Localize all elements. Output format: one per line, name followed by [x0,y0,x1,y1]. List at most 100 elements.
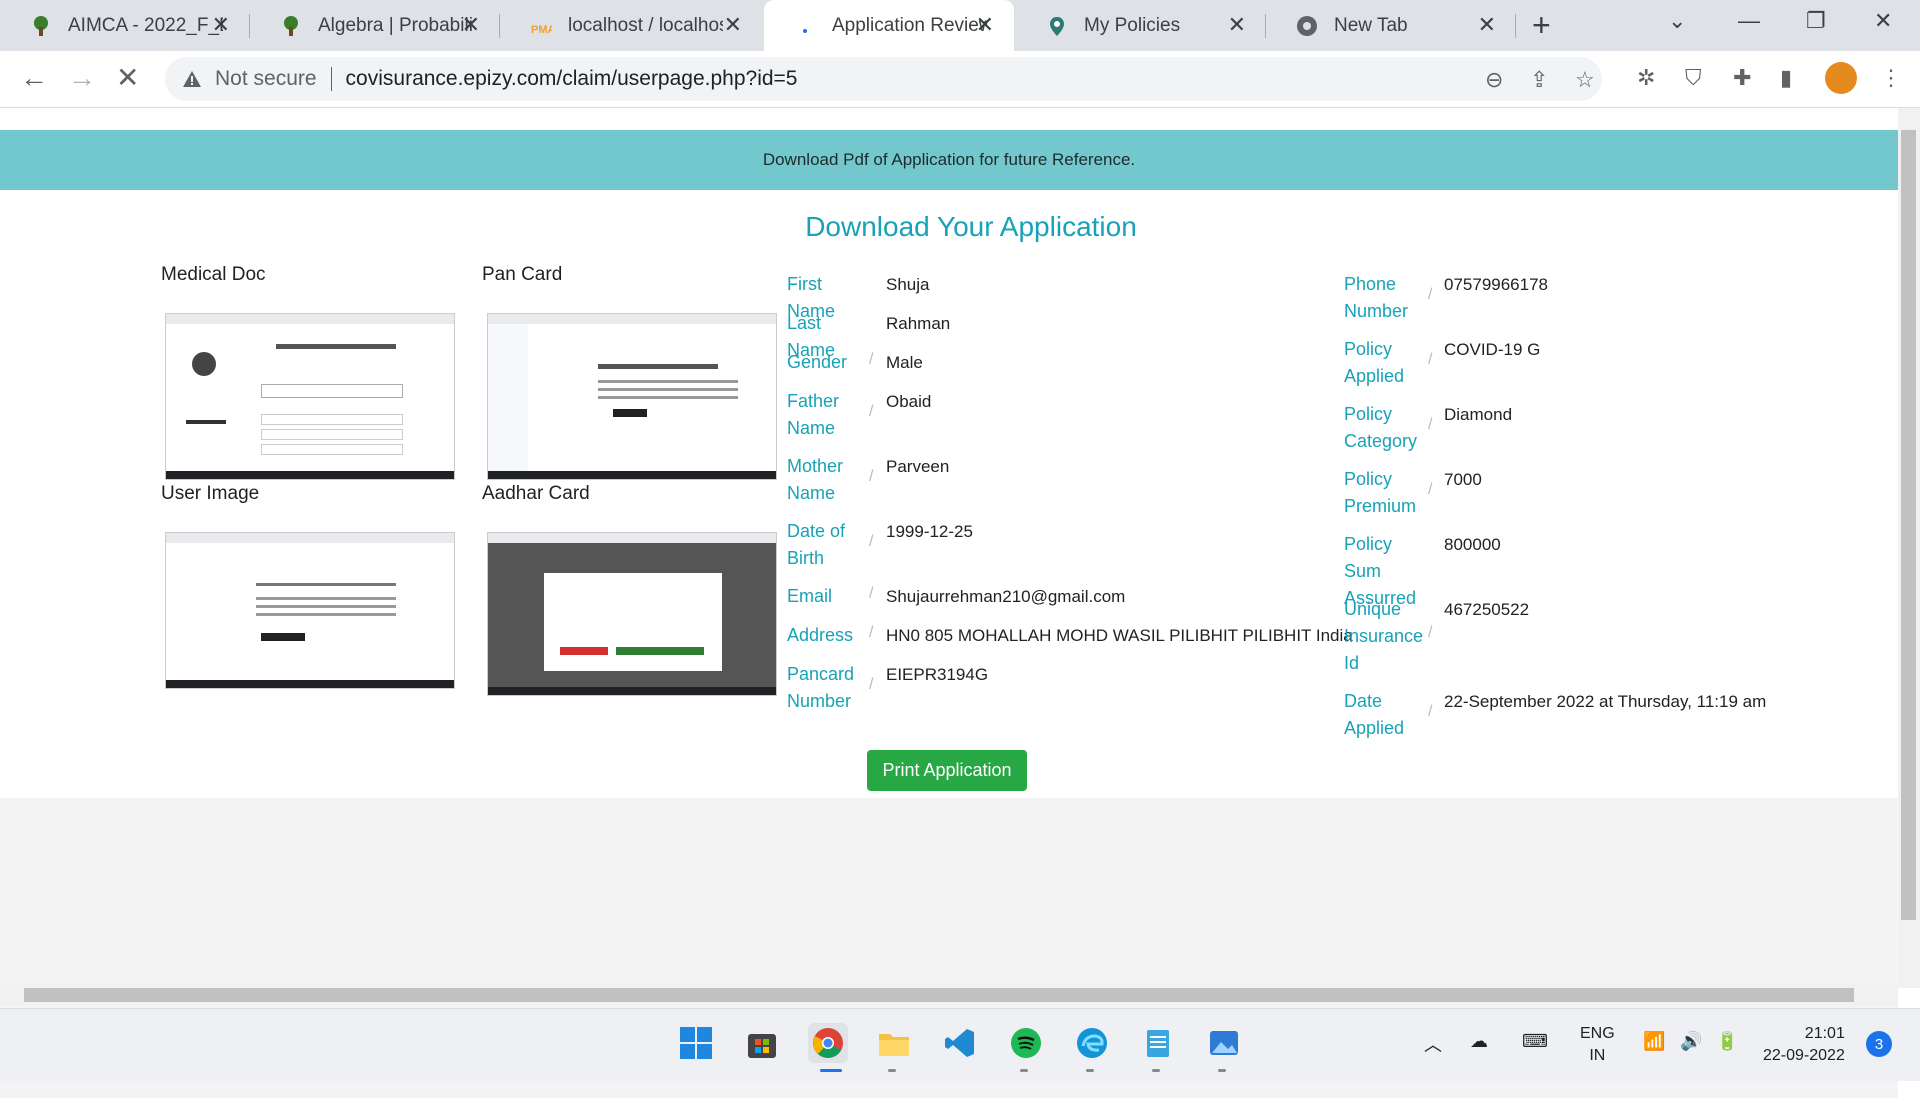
shield-extension-icon[interactable]: ⛉ [1685,66,1702,90]
tab-title: AIMCA - 2022_F_Ba [68,14,223,36]
separator-slash: / [1428,416,1433,433]
horizontal-scrollbar[interactable] [0,984,1898,1006]
back-icon[interactable]: ← [20,63,48,93]
notepad-icon[interactable] [1138,1023,1178,1063]
profile-avatar[interactable] [1825,62,1857,94]
field-label: Date of Birth [787,521,846,568]
close-icon[interactable]: ✕ [724,14,742,36]
close-icon[interactable]: ✕ [462,14,480,36]
spotify-icon[interactable] [1006,1023,1046,1063]
zoom-icon[interactable]: ⊖ [1485,69,1503,91]
field-value: Rahman [886,314,951,333]
chevron-up-icon[interactable]: ︿ [1424,1031,1442,1057]
bug-extension-icon[interactable]: ✲ [1637,66,1655,90]
wifi-icon[interactable]: 📶 [1643,1031,1665,1052]
language-indicator[interactable]: ENG IN [1580,1023,1615,1067]
field-value: Male [886,353,923,372]
windows-start-icon[interactable] [676,1023,716,1063]
vertical-scrollbar[interactable] [1898,108,1920,988]
svg-text:PMA: PMA [531,24,552,36]
field-value: 07579966178 [1444,275,1549,294]
edge-icon[interactable] [1072,1023,1112,1063]
document-label: Medical Doc [161,264,266,285]
chevron-down-icon[interactable]: ⌄ [1668,8,1686,34]
field-label: Date Applied [1344,691,1405,738]
browser-tab[interactable]: Algebra | Probabilit ✕ [250,0,500,51]
chrome-icon[interactable] [808,1023,848,1063]
document-label: Pan Card [482,264,563,285]
aadhar-card-image[interactable] [487,532,777,696]
separator-slash: / [869,676,874,693]
bookmark-star-icon[interactable]: ☆ [1575,69,1595,91]
volume-icon[interactable]: 🔊 [1680,1031,1702,1052]
user-image[interactable] [165,532,455,689]
separator-slash: / [1428,351,1433,368]
browser-tab[interactable]: PMA localhost / localhos ✕ [500,0,762,51]
field-value: Parveen [886,457,950,476]
field-value: Diamond [1444,405,1513,424]
close-icon[interactable]: ✕ [212,14,230,36]
location-pin-icon [1046,15,1068,37]
field-value: 1999-12-25 [886,522,973,541]
browser-tab[interactable]: My Policies ✕ [1016,0,1266,51]
field-label: Unique Insurance Id [1344,599,1424,673]
page-content: Download Pdf of Application for future R… [0,108,1898,1098]
restore-icon[interactable]: ❐ [1806,8,1826,34]
new-tab-button[interactable]: + [1532,8,1551,42]
field-value: 22-September 2022 at Thursday, 11:19 am [1444,692,1767,711]
security-label[interactable]: Not secure [215,67,317,91]
stop-loading-icon[interactable]: ✕ [116,63,139,93]
battery-icon[interactable]: 🔋 [1716,1031,1738,1052]
tab-title: Application Review [832,14,987,36]
minimize-icon[interactable]: — [1738,8,1760,34]
close-icon[interactable]: ✕ [1478,14,1496,36]
side-panel-icon[interactable]: ▮ [1780,66,1792,90]
separator-slash: / [1428,286,1433,303]
browser-tab[interactable]: AIMCA - 2022_F_Ba ✕ [0,0,250,51]
close-icon[interactable]: ✕ [1228,14,1246,36]
print-application-button[interactable]: Print Application [867,750,1027,791]
field-label: Address [787,625,854,645]
windows-taskbar: ︿ ☁ ⌨ ENG IN 📶 🔊 🔋 21:01 22-09-2022 [0,1008,1920,1081]
separator-slash: / [1428,703,1433,720]
microsoft-store-icon[interactable] [742,1023,782,1063]
chrome-icon [1296,15,1318,37]
field-label: Father Name [787,391,840,438]
address-bar[interactable]: Not secure covisurance.epizy.com/claim/u… [165,57,1602,101]
pan-card-image[interactable] [487,313,777,480]
document-label: Aadhar Card [482,483,590,504]
browser-tab-active[interactable]: Application Review ✕ [764,0,1014,51]
keyboard-icon[interactable]: ⌨ [1522,1031,1548,1052]
system-clock[interactable]: 21:01 22-09-2022 [1763,1023,1845,1067]
field-label: Mother Name [787,456,844,503]
page-title: Download Your Application [805,211,1137,242]
field-label: Phone Number [1344,274,1409,321]
more-menu-icon[interactable]: ⋮ [1880,66,1902,90]
phpmyadmin-icon: PMA [530,15,552,37]
share-icon[interactable]: ⇪ [1530,69,1548,91]
notification-badge[interactable]: 3 [1866,1031,1892,1057]
vscode-icon[interactable] [940,1023,980,1063]
field-label: Pancard Number [787,664,855,711]
field-value: 800000 [1444,535,1501,554]
separator-slash: / [1428,481,1433,498]
photos-icon[interactable] [1204,1023,1244,1063]
separator-slash: / [869,403,874,420]
medical-doc-image[interactable] [165,313,455,480]
forward-icon[interactable]: → [68,63,96,93]
window-close-icon[interactable]: ✕ [1874,8,1892,34]
field-value: Shuja [886,275,930,294]
file-explorer-icon[interactable] [874,1023,914,1063]
field-value: COVID-19 G [1444,340,1541,359]
close-icon[interactable]: ✕ [976,14,994,36]
browser-tab[interactable]: New Tab ✕ [1266,0,1516,51]
url-text[interactable]: covisurance.epizy.com/claim/userpage.php… [346,67,798,91]
onedrive-cloud-icon[interactable]: ☁ [1470,1031,1488,1052]
separator-slash: / [869,351,874,368]
loading-icon [794,15,816,37]
tree-icon [30,15,52,37]
extensions-puzzle-icon[interactable]: ✚ [1733,66,1751,90]
separator-slash: / [1428,624,1433,641]
field-value: Shujaurrehman210@gmail.com [886,587,1126,606]
tab-title: localhost / localhos [568,14,723,36]
